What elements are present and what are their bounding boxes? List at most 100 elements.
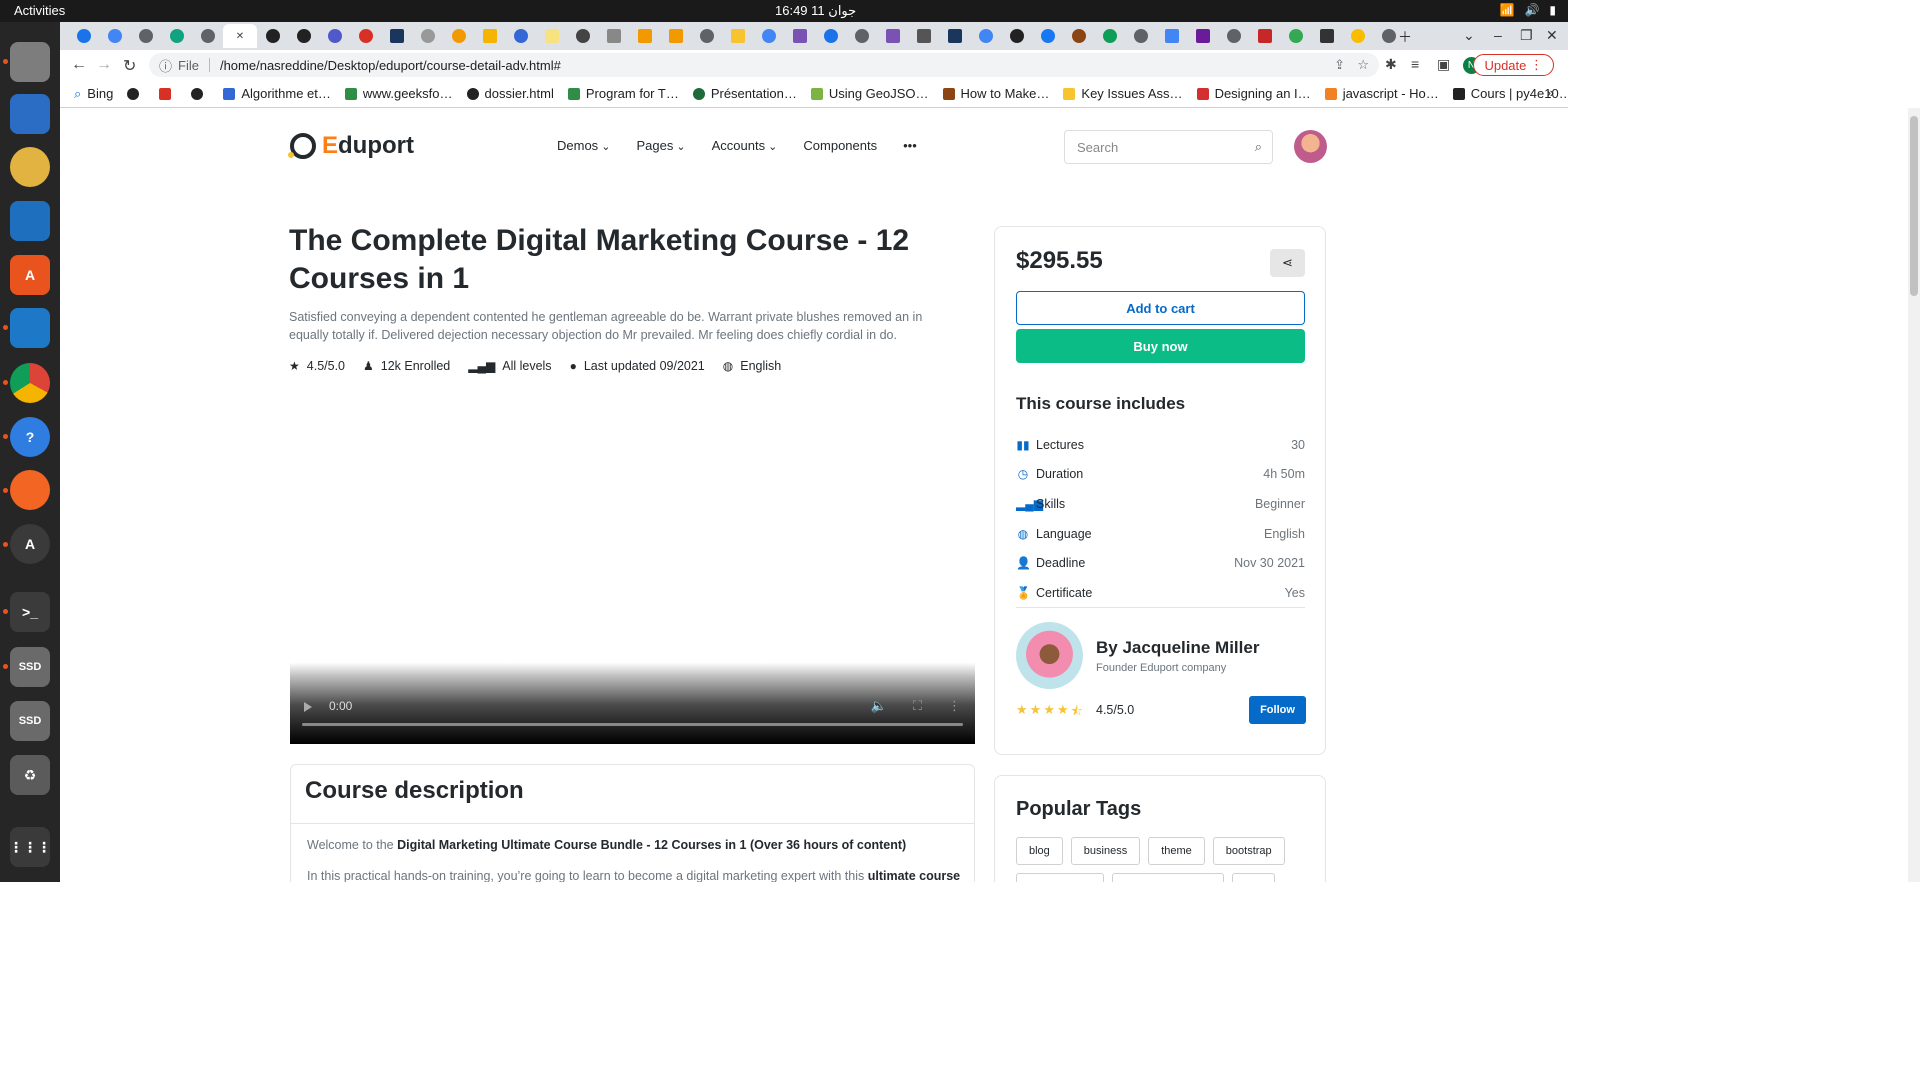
bookmark-item[interactable]	[191, 87, 209, 100]
tag-bootstrap[interactable]: bootstrap	[1212, 837, 1285, 865]
tag-data-science[interactable]: data science	[1016, 873, 1104, 882]
system-tray[interactable]: 📶 🔊 ▮	[1499, 3, 1556, 17]
tab[interactable]	[288, 24, 319, 48]
reload-button[interactable]: ↻	[123, 56, 136, 76]
tab[interactable]	[192, 24, 223, 48]
nav-demos[interactable]: Demos	[557, 138, 610, 153]
tab[interactable]	[1063, 24, 1094, 48]
bookmark-item[interactable]	[159, 87, 177, 100]
nav-accounts[interactable]: Accounts	[712, 138, 778, 153]
tab-search-icon[interactable]: ⌄	[1463, 27, 1475, 44]
search-input[interactable]: Search ⌕	[1064, 130, 1273, 164]
thunderbird-icon[interactable]	[10, 94, 50, 134]
bookmark-item[interactable]: Algorithme et…	[223, 86, 331, 101]
extensions-icon[interactable]: ✱	[1385, 56, 1397, 73]
bookmark-item[interactable]: Program for T…	[567, 86, 679, 101]
tab[interactable]	[1187, 24, 1218, 48]
share-icon[interactable]: ⇪	[1334, 57, 1345, 73]
tab[interactable]	[257, 24, 288, 48]
activities-button[interactable]: Activities	[14, 3, 65, 18]
tab[interactable]	[815, 24, 846, 48]
user-avatar[interactable]	[1294, 130, 1327, 163]
instructor-avatar[interactable]	[1016, 622, 1083, 689]
tab[interactable]	[443, 24, 474, 48]
bookmark-item[interactable]: Key Issues Ass…	[1063, 86, 1183, 101]
back-button[interactable]: ←	[71, 56, 87, 74]
tab[interactable]	[567, 24, 598, 48]
tag-business[interactable]: business	[1070, 837, 1141, 865]
tab[interactable]	[130, 24, 161, 48]
tab-active[interactable]: ✕	[223, 24, 257, 48]
page-scrollbar[interactable]	[1908, 108, 1920, 882]
bookmark-item[interactable]: ⌕ Bing	[74, 86, 113, 102]
tab[interactable]	[1156, 24, 1187, 48]
tab[interactable]	[319, 24, 350, 48]
tab[interactable]	[722, 24, 753, 48]
share-button[interactable]: ⋖	[1270, 249, 1305, 277]
bookmark-item[interactable]: Using GeoJSO…	[810, 86, 929, 101]
tab[interactable]	[1249, 24, 1280, 48]
bookmark-star-icon[interactable]: ☆	[1357, 57, 1369, 73]
files-app-icon[interactable]	[10, 42, 50, 82]
more-bookmarks-icon[interactable]: »	[1547, 85, 1554, 100]
tag-blog[interactable]: blog	[1016, 837, 1063, 865]
tab[interactable]	[753, 24, 784, 48]
tag-web-development[interactable]: web development	[1111, 873, 1224, 882]
tab[interactable]	[1280, 24, 1311, 48]
tab[interactable]	[846, 24, 877, 48]
software-center-icon[interactable]: A	[10, 255, 50, 295]
bookmark-item[interactable]: javascript - Ho…	[1324, 86, 1439, 101]
scrollbar-thumb[interactable]	[1910, 116, 1918, 296]
tab[interactable]	[1311, 24, 1342, 48]
libreoffice-writer-icon[interactable]	[10, 201, 50, 241]
more-options-icon[interactable]: ⋮	[948, 698, 961, 714]
site-logo[interactable]: Eduport	[288, 132, 414, 160]
bookmark-item[interactable]: Présentation…	[692, 86, 797, 101]
maximize-button[interactable]: ❐	[1520, 27, 1533, 44]
vscode-icon[interactable]	[10, 308, 50, 348]
tab[interactable]	[68, 24, 99, 48]
tab[interactable]	[970, 24, 1001, 48]
tab[interactable]	[412, 24, 443, 48]
bookmark-item[interactable]: How to Make…	[942, 86, 1049, 101]
tab[interactable]	[1001, 24, 1032, 48]
minimize-button[interactable]: –	[1494, 27, 1502, 43]
volume-icon[interactable]: 🔈	[871, 698, 887, 714]
tab[interactable]	[691, 24, 722, 48]
tab[interactable]	[1218, 24, 1249, 48]
bookmark-item[interactable]: dossier.html	[466, 86, 554, 101]
side-panel-icon[interactable]: ▣	[1437, 56, 1450, 73]
video-progress-track[interactable]	[302, 723, 963, 726]
address-bar[interactable]: ⓘ File /home/nasreddine/Desktop/eduport/…	[149, 53, 1379, 77]
new-tab-button[interactable]: ＋	[1398, 27, 1412, 47]
close-window-button[interactable]: ✕	[1546, 27, 1558, 44]
url-text[interactable]: /home/nasreddine/Desktop/eduport/course-…	[220, 58, 561, 73]
bookmark-item[interactable]: www.geeksfo…	[344, 86, 453, 101]
trash-icon[interactable]: ♻	[10, 755, 50, 795]
tab[interactable]	[1094, 24, 1125, 48]
forward-button[interactable]: →	[96, 56, 112, 74]
close-tab-icon[interactable]: ✕	[236, 31, 244, 42]
tab[interactable]	[474, 24, 505, 48]
bookmark-item[interactable]: Designing an I…	[1196, 86, 1311, 101]
buy-now-button[interactable]: Buy now	[1016, 329, 1305, 363]
help-icon[interactable]: ?	[10, 417, 50, 457]
system-clock[interactable]: 16:49 11 جوان	[775, 3, 856, 19]
update-button[interactable]: Update ⋮	[1473, 54, 1554, 76]
tab[interactable]	[1342, 24, 1373, 48]
tab[interactable]	[939, 24, 970, 48]
rhythmbox-icon[interactable]	[10, 147, 50, 187]
tab[interactable]	[877, 24, 908, 48]
add-to-cart-button[interactable]: Add to cart	[1016, 291, 1305, 325]
tab[interactable]	[161, 24, 192, 48]
bookmark-item[interactable]	[127, 87, 145, 100]
tag-theme[interactable]: theme	[1148, 837, 1205, 865]
fullscreen-icon[interactable]: ⛶	[913, 698, 922, 714]
tab[interactable]	[1032, 24, 1063, 48]
tab[interactable]	[536, 24, 567, 48]
chrome-icon[interactable]	[10, 363, 50, 403]
tab[interactable]	[598, 24, 629, 48]
tab[interactable]	[381, 24, 412, 48]
nav-pages[interactable]: Pages	[636, 138, 685, 153]
software-updater-icon[interactable]: A	[10, 524, 50, 564]
